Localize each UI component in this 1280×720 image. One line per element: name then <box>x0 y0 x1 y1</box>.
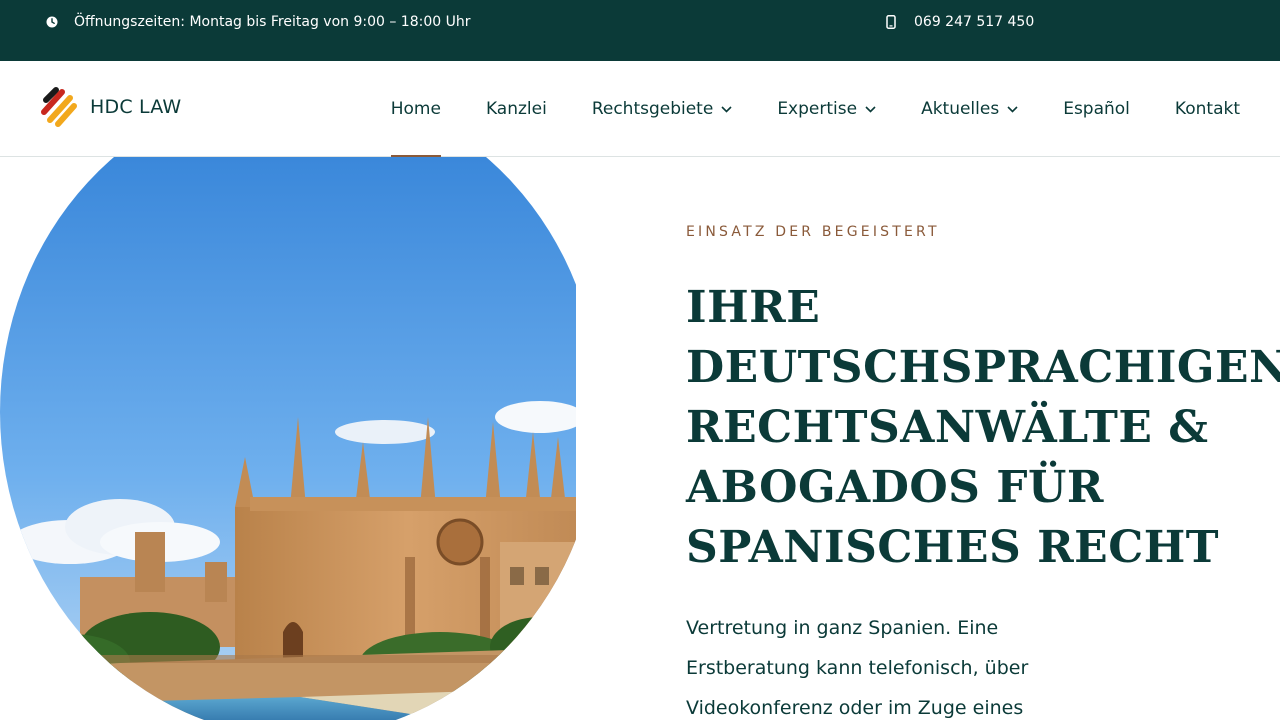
headline-line: ABOGADOS FÜR <box>686 462 1104 513</box>
opening-hours-text: Öffnungszeiten: Montag bis Freitag von 9… <box>74 14 471 30</box>
logo-mark-icon <box>41 87 77 127</box>
lead-line: Videokonferenz oder im Zuge eines <box>686 697 1024 719</box>
nav-label[interactable]: Kanzlei <box>486 99 547 119</box>
nav-item-espanol[interactable]: Español <box>1063 61 1130 157</box>
brand-name[interactable]: HDC LAW <box>90 96 181 118</box>
nav-item-kontakt[interactable]: Kontakt <box>1175 61 1240 157</box>
logo-link[interactable]: HDC LAW <box>40 86 181 128</box>
lead-line: Vertretung in ganz Spanien. Eine <box>686 617 999 639</box>
nav-label[interactable]: Kontakt <box>1175 99 1240 119</box>
headline-line: IHRE <box>686 282 821 333</box>
nav-label[interactable]: Aktuelles <box>921 99 999 119</box>
nav-item-rechtsgebiete[interactable]: Rechtsgebiete <box>592 61 733 157</box>
nav-label[interactable]: Home <box>391 99 441 119</box>
headline-line: SPANISCHES RECHT <box>686 522 1220 573</box>
cathedral-illustration <box>0 157 576 720</box>
nav-label[interactable]: Rechtsgebiete <box>592 99 714 119</box>
opening-hours: Öffnungszeiten: Montag bis Freitag von 9… <box>46 12 470 32</box>
nav-item-home[interactable]: Home <box>390 61 442 158</box>
chevron-down-icon[interactable] <box>1007 105 1018 113</box>
top-info-bar: Öffnungszeiten: Montag bis Freitag von 9… <box>0 0 1280 61</box>
hero-image <box>0 157 576 720</box>
headline-line: RECHTSANWÄLTE & <box>686 402 1209 453</box>
hero-lead-text: Vertretung in ganz Spanien. Eine Erstber… <box>686 608 1066 720</box>
nav-item-kanzlei[interactable]: Kanzlei <box>486 61 547 157</box>
hero-image-circle <box>0 157 576 720</box>
chevron-down-icon[interactable] <box>865 105 876 113</box>
headline-line: DEUTSCHSPRACHIGEN <box>686 342 1280 393</box>
lead-line: Erstberatung kann telefonisch, über <box>686 657 1029 679</box>
nav-item-aktuelles[interactable]: Aktuelles <box>921 61 1018 157</box>
mobile-phone-icon <box>886 15 896 29</box>
nav-item-expertise[interactable]: Expertise <box>777 61 876 157</box>
phone-link[interactable]: 069 247 517 450 <box>886 12 1034 32</box>
chevron-down-icon[interactable] <box>721 105 732 113</box>
phone-number[interactable]: 069 247 517 450 <box>914 12 1034 32</box>
hero-kicker: EINSATZ DER BEGEISTERT <box>686 224 940 240</box>
nav-label[interactable]: Expertise <box>777 99 857 119</box>
main-header: HDC LAW Home Kanzlei Rechtsgebiete Exper… <box>0 61 1280 158</box>
main-navigation: Home Kanzlei Rechtsgebiete Expertise Akt… <box>390 61 1240 158</box>
hero-headline: IHRE DEUTSCHSPRACHIGEN RECHTSANWÄLTE & A… <box>686 278 1280 578</box>
clock-icon <box>46 16 58 28</box>
nav-label[interactable]: Español <box>1063 99 1130 119</box>
